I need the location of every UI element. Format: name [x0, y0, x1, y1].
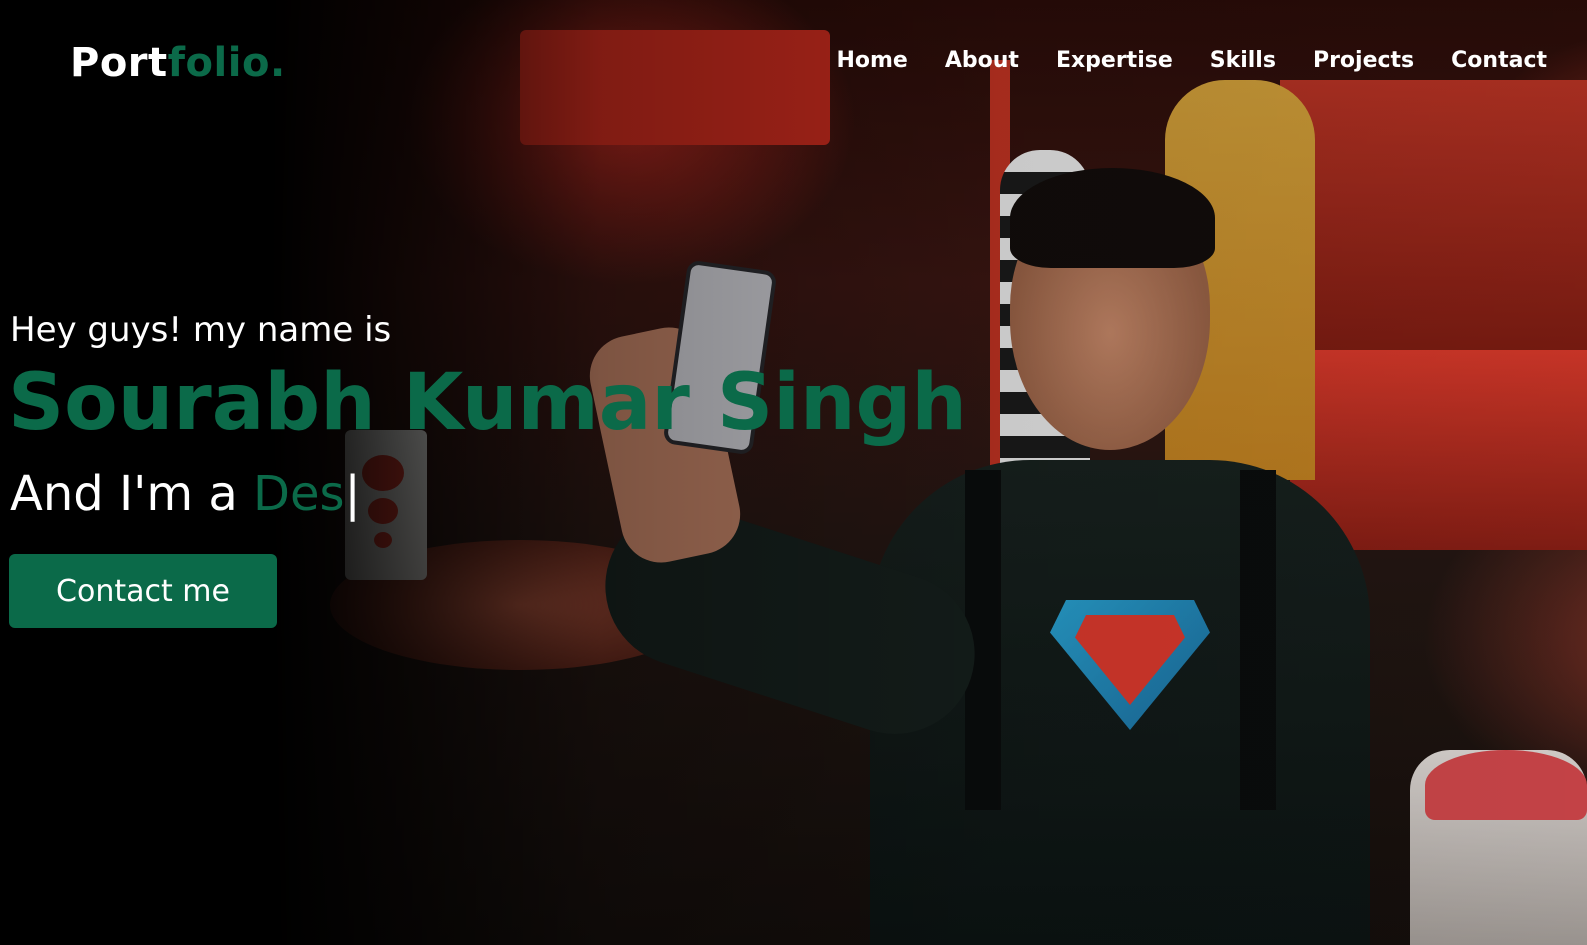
hero-name: Sourabh Kumar Singh [8, 358, 967, 448]
role-typed-text: Des [253, 466, 345, 522]
main-navigation: Home About Expertise Skills Projects Con… [836, 48, 1547, 73]
logo-prefix: Port [70, 40, 168, 86]
hero-role-line: And I'm a Des| [10, 466, 361, 522]
nav-projects-link[interactable]: Projects [1313, 48, 1414, 73]
site-logo[interactable]: Portfolio. [70, 40, 286, 86]
logo-suffix: folio. [167, 40, 286, 86]
typing-caret: | [344, 466, 361, 522]
contact-me-button[interactable]: Contact me [9, 554, 277, 628]
nav-expertise-link[interactable]: Expertise [1056, 48, 1173, 73]
nav-about-link[interactable]: About [945, 48, 1019, 73]
hero-greeting: Hey guys! my name is [10, 310, 392, 350]
nav-home-link[interactable]: Home [836, 48, 907, 73]
nav-contact-link[interactable]: Contact [1451, 48, 1547, 73]
role-prefix: And I'm a [10, 466, 254, 522]
nav-skills-link[interactable]: Skills [1210, 48, 1276, 73]
